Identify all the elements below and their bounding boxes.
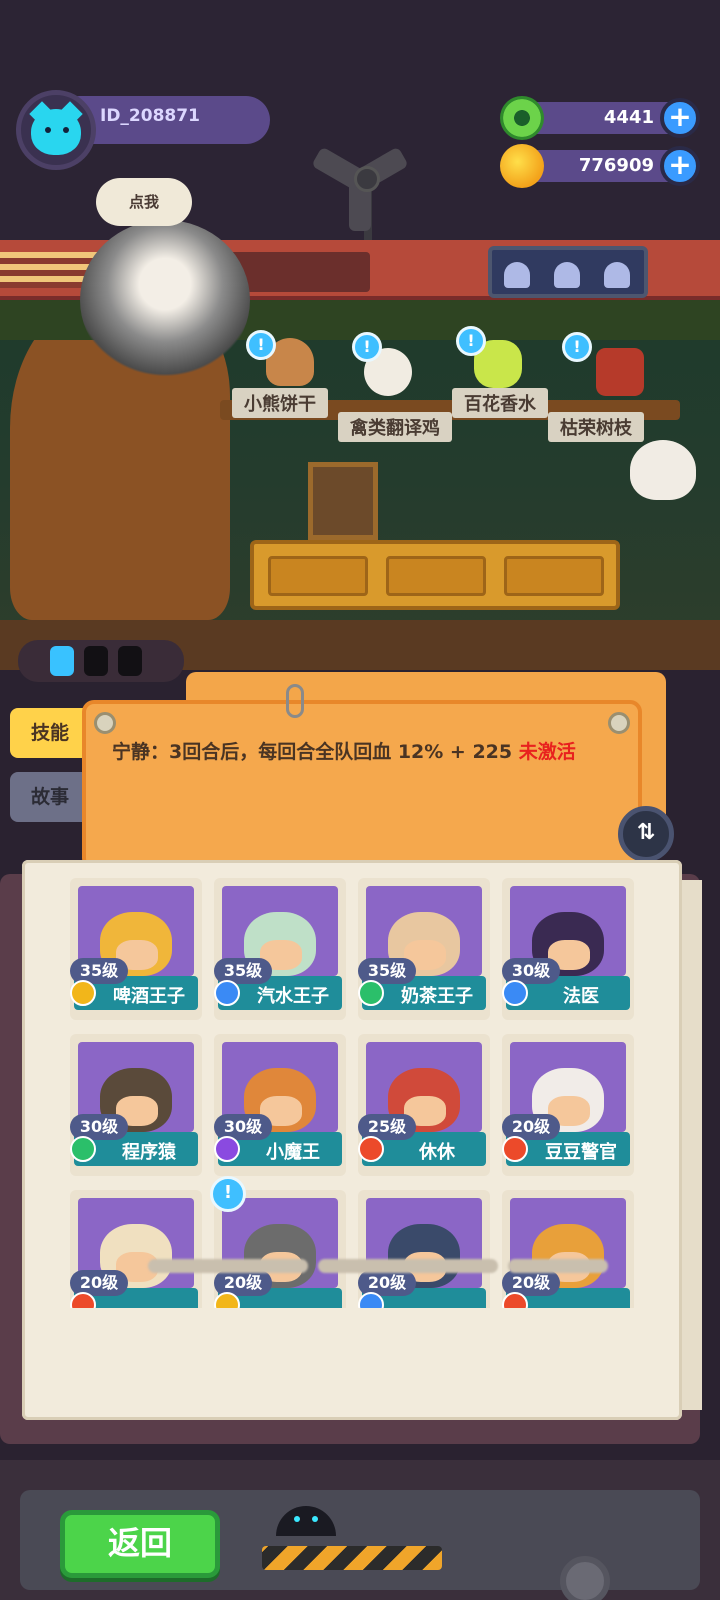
- alert-icon[interactable]: !: [562, 332, 592, 362]
- character-card[interactable]: 20级: [358, 1190, 490, 1308]
- blur-bar: [148, 1259, 308, 1273]
- rank-badge-icon: [214, 1136, 240, 1162]
- green-gem-icon: [500, 96, 544, 140]
- skill-status: 未激活: [518, 741, 576, 763]
- character-card[interactable]: 啤酒王子 35级: [70, 878, 202, 1020]
- add-green-gem-button[interactable]: +: [660, 98, 700, 138]
- back-button[interactable]: 返回: [60, 1510, 220, 1578]
- alert-icon[interactable]: !: [246, 330, 276, 360]
- player-avatar[interactable]: [16, 90, 96, 170]
- currency-gold-coin: 776909 +: [500, 144, 700, 188]
- character-card[interactable]: 法医 30级: [502, 878, 634, 1020]
- blurred-caption: [148, 1254, 648, 1278]
- character-name: 汽水王子: [257, 986, 329, 1007]
- shop-counter: [250, 540, 620, 610]
- alert-icon[interactable]: !: [456, 326, 486, 356]
- cat-face-icon: [31, 109, 81, 155]
- cat-eye: [45, 127, 51, 133]
- rank-badge-icon: [70, 980, 96, 1006]
- ghost-icon: [504, 262, 530, 288]
- character-name: 休休: [419, 1142, 455, 1163]
- item-label-translator-chicken: 禽类翻译鸡: [338, 412, 452, 442]
- counter-drawer: [386, 556, 486, 596]
- counter-drawer: [504, 556, 604, 596]
- player-id: ID_208871: [100, 106, 200, 126]
- rank-badge-icon: [358, 980, 384, 1006]
- skull-decoration: [630, 440, 696, 500]
- shopkeeper-character[interactable]: [80, 220, 250, 380]
- skill-text: 宁静：3回合后，每回合全队回血 12% + 225: [112, 741, 519, 763]
- alert-icon[interactable]: !: [352, 332, 382, 362]
- gold-coin-amount: 776909: [578, 155, 654, 176]
- item-label-dry-branch: 枯荣树枝: [548, 412, 644, 442]
- energy-meter: [18, 640, 184, 682]
- energy-cell-filled: [50, 646, 74, 676]
- character-card[interactable]: 汽水王子 35级: [214, 878, 346, 1020]
- pin-icon: [94, 712, 116, 734]
- character-name: 小魔王: [266, 1142, 320, 1163]
- swap-icon[interactable]: ⇅: [618, 806, 674, 862]
- alert-icon[interactable]: !: [210, 1176, 246, 1212]
- character-card[interactable]: 20级: [70, 1190, 202, 1308]
- character-card[interactable]: 豆豆警官 20级: [502, 1034, 634, 1176]
- portrait-frame: [308, 462, 378, 540]
- ghost-sign: [488, 246, 648, 298]
- character-name: 程序猿: [122, 1142, 176, 1163]
- critter-eye: [294, 1516, 300, 1522]
- skill-description: 宁静：3回合后，每回合全队回血 12% + 225 未激活: [112, 738, 592, 766]
- rank-badge-icon: [502, 980, 528, 1006]
- item-label-flower-perfume: 百花香水: [452, 388, 548, 418]
- hazard-stripe: [262, 1546, 442, 1570]
- character-card[interactable]: 程序猿 30级: [70, 1034, 202, 1176]
- blur-bar: [318, 1259, 498, 1273]
- character-card[interactable]: 休休 25级: [358, 1034, 490, 1176]
- character-grid: 啤酒王子 35级 汽水王子 35级 奶茶王子 35级 法医 30级 程序猿 30级 小魔王 30级 休休…: [70, 878, 650, 1308]
- rank-badge-icon: [70, 1136, 96, 1162]
- rank-badge-icon: [358, 1136, 384, 1162]
- item-label-bear-cookie: 小熊饼干: [232, 388, 328, 418]
- blur-bar: [508, 1259, 608, 1273]
- tap-me-bubble[interactable]: 点我: [96, 178, 192, 226]
- ghost-icon: [604, 262, 630, 288]
- character-name: 奶茶王子: [401, 986, 473, 1007]
- green-gem-amount: 4441: [603, 107, 654, 128]
- critter-eye: [312, 1516, 318, 1522]
- paperclip-icon: [286, 684, 304, 718]
- fan-hub: [354, 166, 380, 192]
- cat-eye: [63, 127, 69, 133]
- dry-branch-item[interactable]: [596, 348, 644, 396]
- gear-icon: [560, 1556, 610, 1600]
- tab-skill[interactable]: 技能: [10, 708, 90, 758]
- counter-drawer: [268, 556, 368, 596]
- book-page-edge: [682, 880, 702, 1410]
- character-name: 豆豆警官: [545, 1142, 617, 1163]
- player-profile[interactable]: ID_208871: [16, 90, 270, 170]
- rank-badge-icon: [214, 980, 240, 1006]
- currency-green-gem: 4441 +: [500, 96, 700, 140]
- tab-story[interactable]: 故事: [10, 772, 90, 822]
- skill-card: 宁静：3回合后，每回合全队回血 12% + 225 未激活: [82, 700, 642, 870]
- character-card[interactable]: 奶茶王子 35级: [358, 878, 490, 1020]
- ghost-icon: [554, 262, 580, 288]
- pin-icon: [608, 712, 630, 734]
- energy-cell-empty: [84, 646, 108, 676]
- character-name: 法医: [563, 986, 599, 1007]
- rank-badge-icon: [502, 1136, 528, 1162]
- energy-cell-empty: [118, 646, 142, 676]
- gold-coin-icon: [500, 144, 544, 188]
- fan-icon: [310, 130, 430, 240]
- character-card[interactable]: 20级: [502, 1190, 634, 1308]
- character-name: 啤酒王子: [113, 986, 185, 1007]
- character-card[interactable]: 小魔王 30级: [214, 1034, 346, 1176]
- add-gold-coin-button[interactable]: +: [660, 146, 700, 186]
